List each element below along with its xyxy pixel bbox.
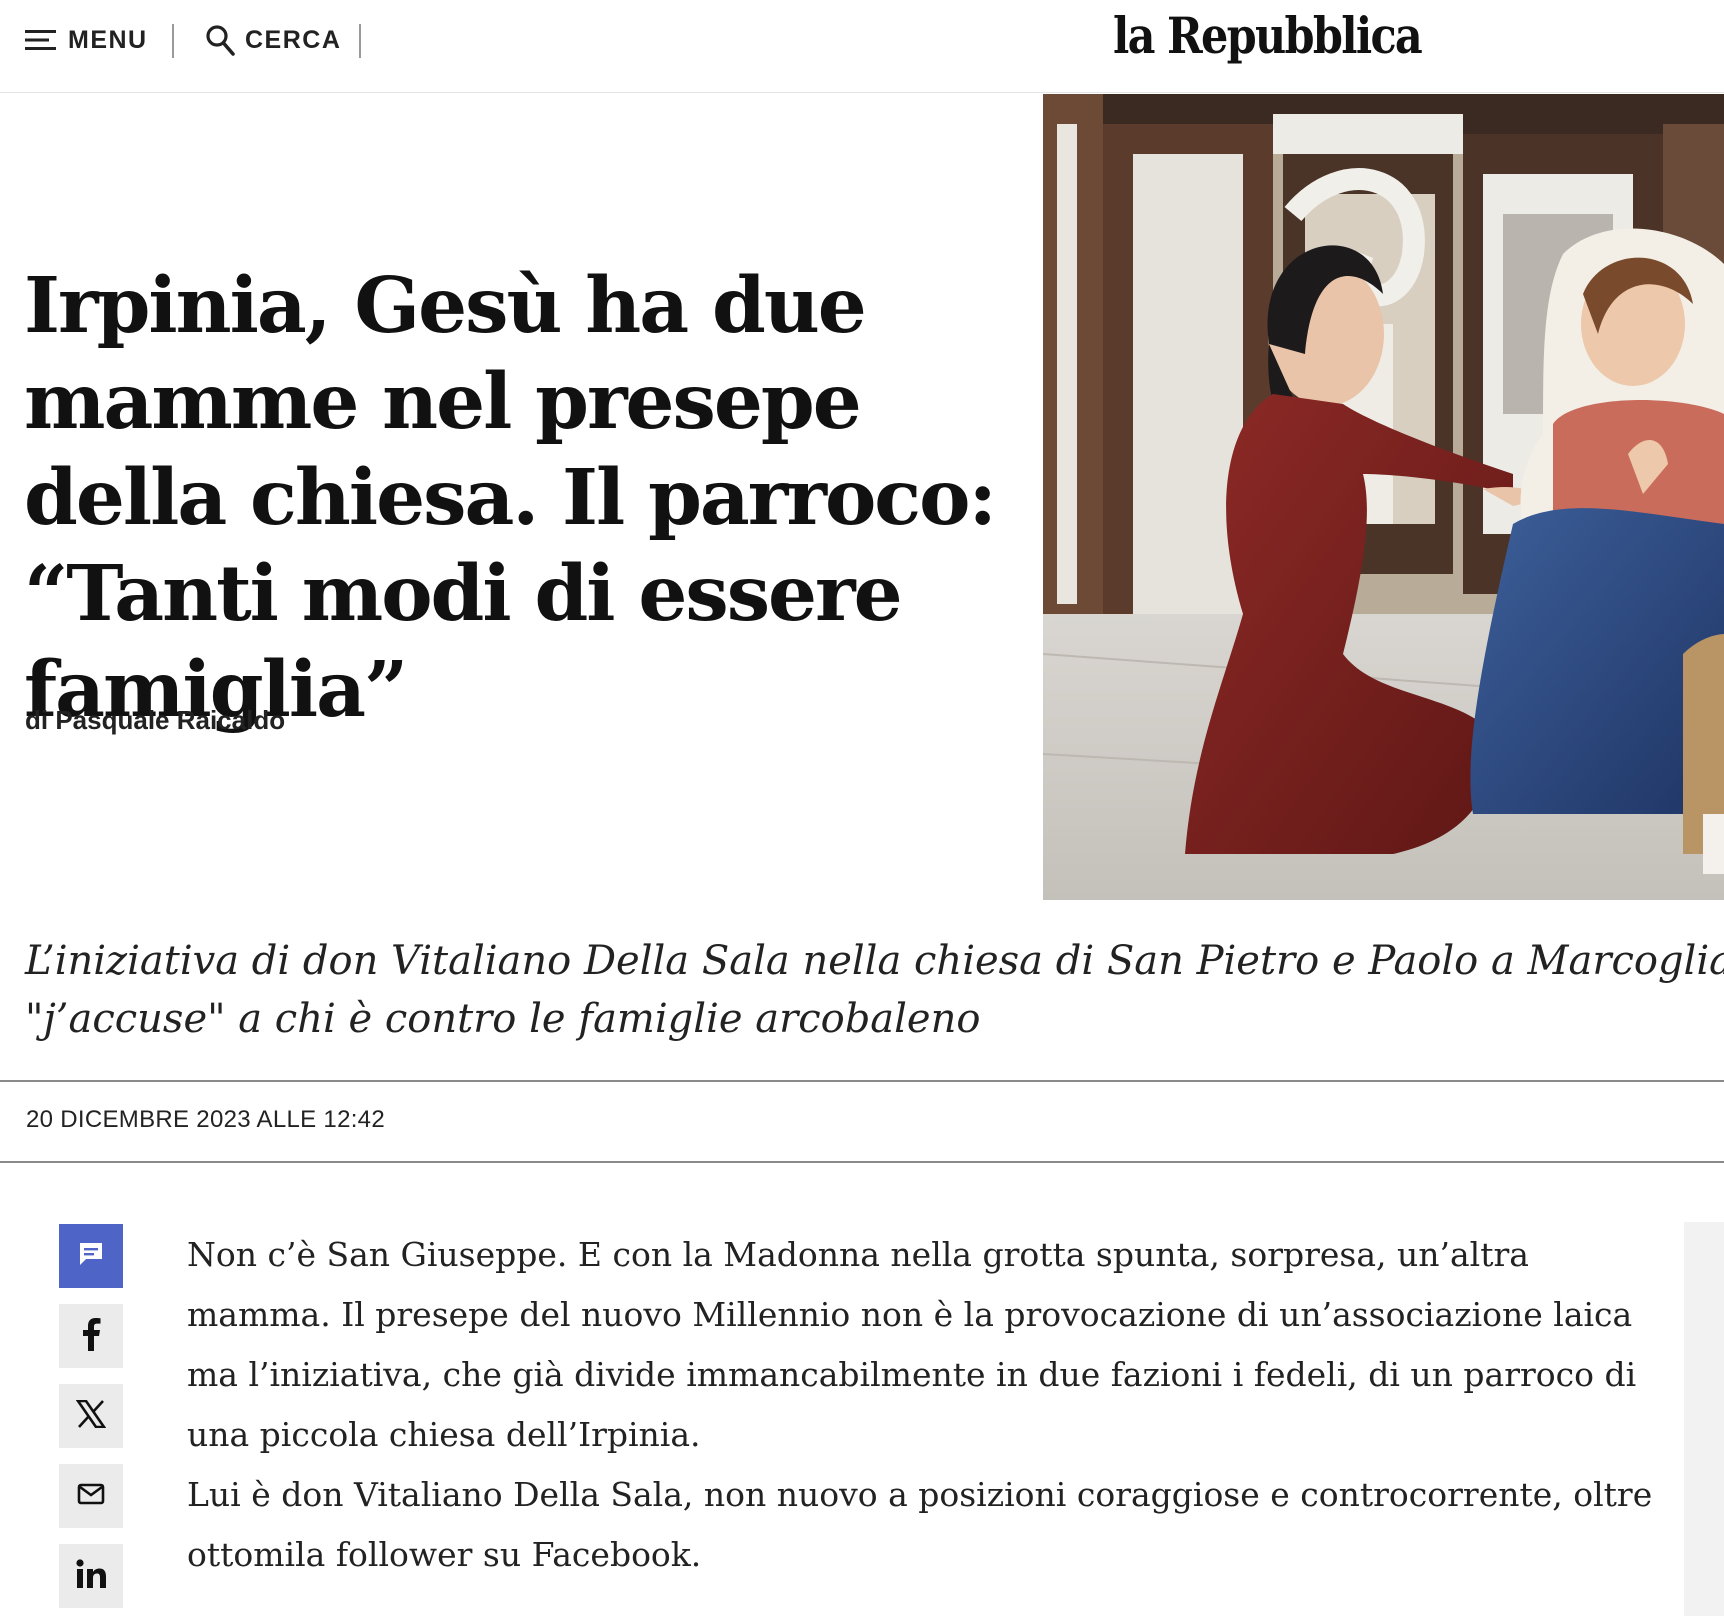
article-paragraph: Non c’è San Giuseppe. E con la Madonna n… [187,1225,1667,1465]
paragraph-line: ottomila follower su Facebook. [187,1535,702,1574]
article-body: Non c’è San Giuseppe. E con la Madonna n… [187,1225,1667,1585]
facebook-icon [80,1317,102,1356]
divider [0,1080,1724,1082]
divider [0,1161,1724,1163]
nav-divider [172,24,174,58]
paragraph-line: ma l’iniziativa, che già divide immancab… [187,1355,1637,1394]
article-paragraph: Lui è don Vitaliano Della Sala, non nuov… [187,1465,1667,1585]
search-label: CERCA [245,25,342,54]
email-icon [77,1483,105,1510]
paragraph-line: una piccola chiesa dell’Irpinia. [187,1415,701,1454]
paragraph-line: Non c’è San Giuseppe. E con la Madonna n… [187,1235,1529,1274]
linkedin-icon [75,1558,107,1594]
hero-image [1043,94,1724,900]
summary-line: L’iniziativa di don Vitaliano Della Sala… [25,938,1724,984]
nav-divider [359,24,361,58]
menu-label: MENU [68,25,148,54]
menu-button[interactable]: MENU [25,22,148,58]
share-linkedin-button[interactable] [59,1544,123,1608]
publish-date: 20 DICEMBRE 2023 ALLE 12:42 [26,1106,385,1133]
article-headline: Irpinia, Gesù ha due mamme nel presepe d… [24,261,997,735]
right-rail [1684,1222,1724,1616]
article-byline[interactable]: di Pasquale Raicaldo [25,705,285,736]
top-bar: MENU CERCA la Repubblica [0,0,1724,93]
search-icon [205,24,235,56]
paragraph-line: Lui è don Vitaliano Della Sala, non nuov… [187,1475,1653,1514]
comments-icon [77,1240,105,1273]
share-x-button[interactable] [59,1384,123,1448]
article-summary: L’iniziativa di don Vitaliano Della Sala… [25,932,1724,1048]
share-facebook-button[interactable] [59,1304,123,1368]
x-icon [75,1399,107,1433]
summary-line: "j’accuse" a chi è contro le famiglie ar… [25,996,981,1042]
share-email-button[interactable] [59,1464,123,1528]
paragraph-line: mamma. Il presepe del nuovo Millennio no… [187,1295,1633,1334]
search-button[interactable]: CERCA [205,22,341,58]
site-logo[interactable]: la Repubblica [1113,6,1423,65]
hamburger-icon [25,29,56,51]
comments-button[interactable] [59,1224,123,1288]
